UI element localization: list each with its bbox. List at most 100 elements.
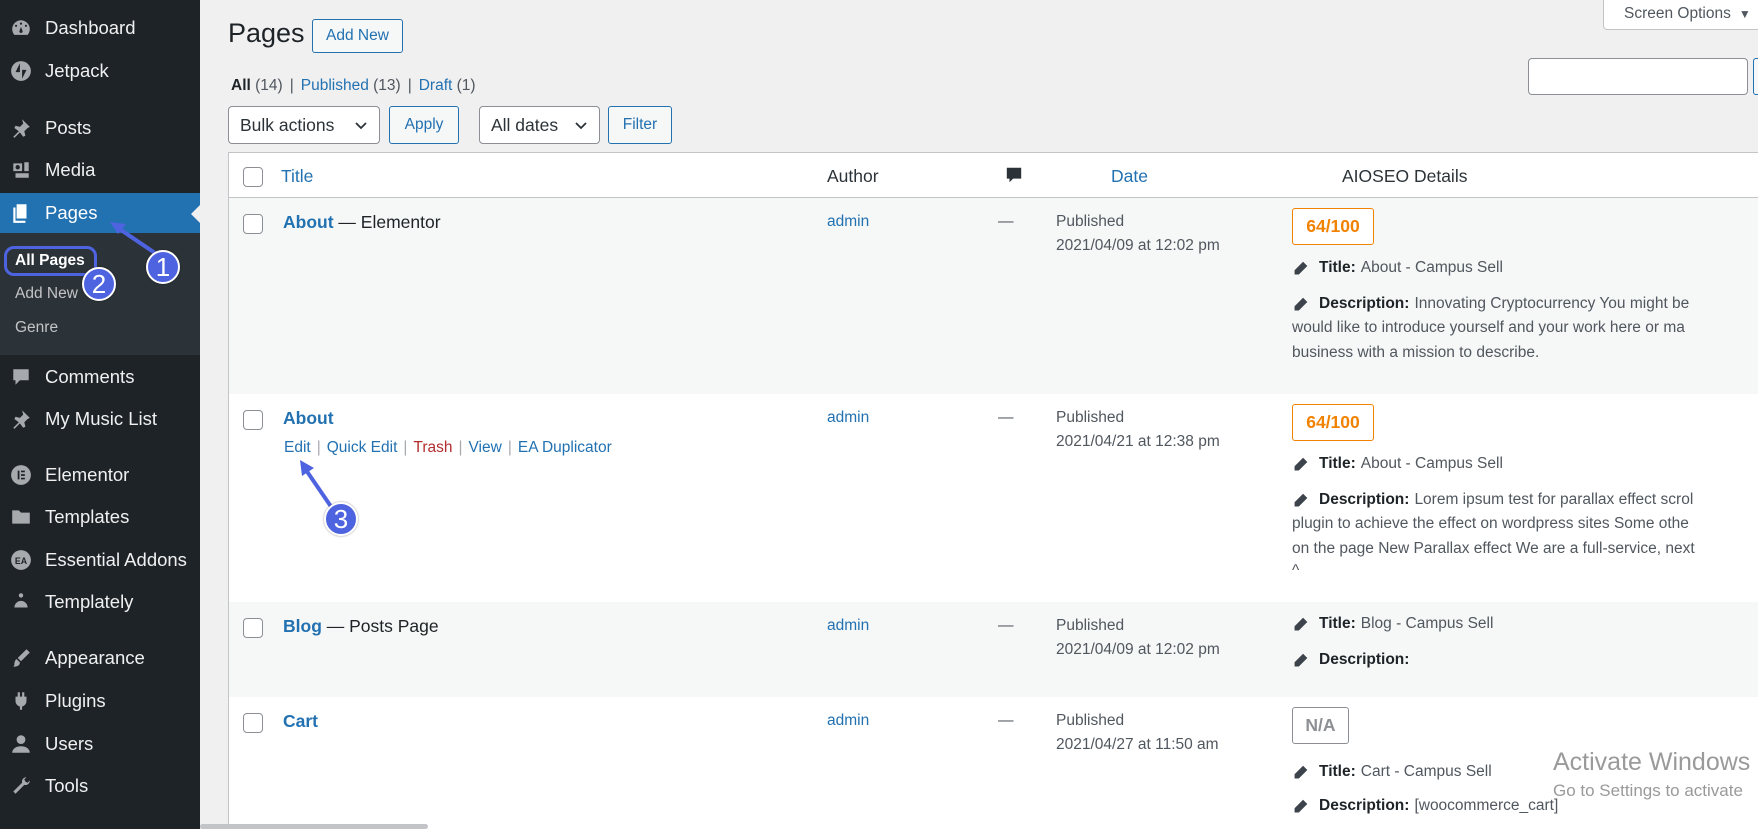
column-author: Author (827, 166, 879, 186)
current-menu-arrow (191, 205, 200, 223)
page-title: Pages (228, 18, 305, 48)
annotation-step-1: 1 (146, 250, 180, 284)
seo-score-badge[interactable]: N/A (1292, 707, 1349, 744)
add-new-button[interactable]: Add New (312, 19, 403, 53)
menu-tools[interactable]: Tools (0, 766, 200, 806)
pencil-icon[interactable] (1292, 616, 1309, 633)
row-checkbox[interactable] (243, 410, 263, 430)
menu-templately[interactable]: Templately (0, 582, 200, 622)
seo-title-label: Title: (1319, 615, 1356, 632)
date-cell: Published 2021/04/21 at 12:38 pm (1056, 406, 1220, 454)
pencil-icon[interactable] (1292, 492, 1309, 509)
menu-posts[interactable]: Posts (0, 108, 200, 148)
action-separator: | (458, 439, 463, 456)
page-title-text: Blog (283, 616, 322, 636)
annotation-highlight-box (4, 246, 97, 276)
seo-title-label: Title: (1319, 763, 1356, 780)
column-title[interactable]: Title (281, 166, 313, 187)
media-icon (10, 159, 32, 181)
page-title-link[interactable]: Cart (283, 711, 318, 732)
menu-label: Plugins (45, 690, 106, 711)
menu-templates[interactable]: Templates (0, 497, 200, 537)
menu-media[interactable]: Media (0, 150, 200, 190)
filter-button[interactable]: Filter (608, 106, 672, 144)
menu-pages[interactable]: Pages (0, 193, 200, 233)
seo-description-text: plugin to achieve the effect on wordpres… (1292, 515, 1689, 532)
pages-icon (10, 202, 32, 224)
page-title-link[interactable]: About — Elementor (283, 212, 441, 233)
filter-published[interactable]: Published (13) (301, 77, 401, 95)
filter-draft[interactable]: Draft (1) (419, 77, 476, 95)
seo-title-value: About - Campus Sell (1360, 259, 1503, 276)
seo-description-text: [woocommerce_cart] (1414, 797, 1559, 814)
author-link[interactable]: admin (827, 409, 869, 427)
column-date[interactable]: Date (1111, 166, 1148, 187)
menu-label: My Music List (45, 408, 158, 429)
page-title-link[interactable]: About (283, 408, 334, 429)
seo-description-text: would like to introduce yourself and you… (1292, 319, 1685, 336)
seo-description-label: Description: (1319, 491, 1410, 508)
ea-duplicator-link[interactable]: EA Duplicator (518, 439, 612, 457)
seo-description-line: Description: [woocommerce_cart] (1292, 797, 1558, 815)
submenu-genre[interactable]: Genre (15, 319, 58, 337)
menu-essential-addons[interactable]: EA Essential Addons (0, 540, 200, 580)
pencil-icon[interactable] (1292, 764, 1309, 781)
seo-score-badge[interactable]: 64/100 (1292, 404, 1374, 441)
menu-my-music-list[interactable]: My Music List (0, 399, 200, 439)
filter-all[interactable]: All (14) (231, 77, 283, 95)
row-checkbox[interactable] (243, 214, 263, 234)
date-filter-value: All dates (491, 114, 559, 135)
pencil-icon[interactable] (1292, 296, 1309, 313)
pencil-icon[interactable] (1292, 456, 1309, 473)
filter-all-label: All (231, 77, 251, 94)
main-content: Pages Add New Screen Options ▼ All (14) … (200, 0, 1758, 829)
menu-label: Templates (45, 506, 130, 527)
essential-addons-icon: EA (10, 549, 32, 571)
seo-score-badge[interactable]: 64/100 (1292, 208, 1374, 245)
select-all-checkbox[interactable] (243, 167, 263, 187)
search-input[interactable] (1528, 58, 1748, 95)
column-aioseo-details: AIOSEO Details (1342, 166, 1468, 186)
menu-appearance[interactable]: Appearance (0, 638, 200, 678)
menu-comments[interactable]: Comments (0, 357, 200, 397)
menu-dashboard[interactable]: Dashboard (0, 8, 200, 48)
menu-label: Comments (45, 366, 135, 387)
pencil-icon[interactable] (1292, 260, 1309, 277)
page-state: — Elementor (338, 212, 441, 232)
author-link[interactable]: admin (827, 617, 869, 635)
author-link[interactable]: admin (827, 213, 869, 231)
action-separator: | (403, 439, 408, 456)
trash-link[interactable]: Trash (413, 439, 452, 457)
menu-jetpack[interactable]: Jetpack (0, 51, 200, 91)
menu-label: Appearance (45, 647, 145, 668)
date-status: Published (1056, 409, 1125, 426)
seo-title-line: Title: About - Campus Sell (1292, 259, 1503, 277)
author-link[interactable]: admin (827, 712, 869, 730)
view-link[interactable]: View (469, 439, 502, 457)
show-more-toggle[interactable]: ^ (1292, 562, 1299, 580)
submenu-add-new[interactable]: Add New (15, 285, 78, 303)
edit-link[interactable]: Edit (284, 439, 311, 457)
templately-icon (10, 591, 32, 613)
menu-users[interactable]: Users (0, 724, 200, 764)
seo-description-text: Innovating Cryptocurrency You might be (1414, 295, 1690, 312)
menu-label: Pages (45, 202, 98, 223)
menu-elementor[interactable]: Elementor (0, 455, 200, 495)
date-value: 2021/04/27 at 11:50 am (1056, 736, 1219, 753)
row-checkbox[interactable] (243, 618, 263, 638)
pencil-icon[interactable] (1292, 798, 1309, 815)
apply-button[interactable]: Apply (389, 106, 459, 144)
comment-count: — (998, 213, 1014, 230)
page-title-link[interactable]: Blog — Posts Page (283, 616, 439, 637)
row-checkbox[interactable] (243, 713, 263, 733)
quick-edit-link[interactable]: Quick Edit (327, 439, 398, 457)
seo-title-line: Title: About - Campus Sell (1292, 455, 1503, 473)
search-pages-button[interactable] (1753, 58, 1758, 95)
horizontal-scrollbar[interactable] (200, 824, 428, 829)
pencil-icon[interactable] (1292, 652, 1309, 669)
bulk-actions-select[interactable]: Bulk actions (228, 106, 380, 144)
date-filter-select[interactable]: All dates (479, 106, 600, 144)
menu-plugins[interactable]: Plugins (0, 681, 200, 721)
comment-bubble-icon[interactable] (1005, 166, 1023, 184)
screen-options-button[interactable]: Screen Options ▼ (1603, 0, 1758, 30)
